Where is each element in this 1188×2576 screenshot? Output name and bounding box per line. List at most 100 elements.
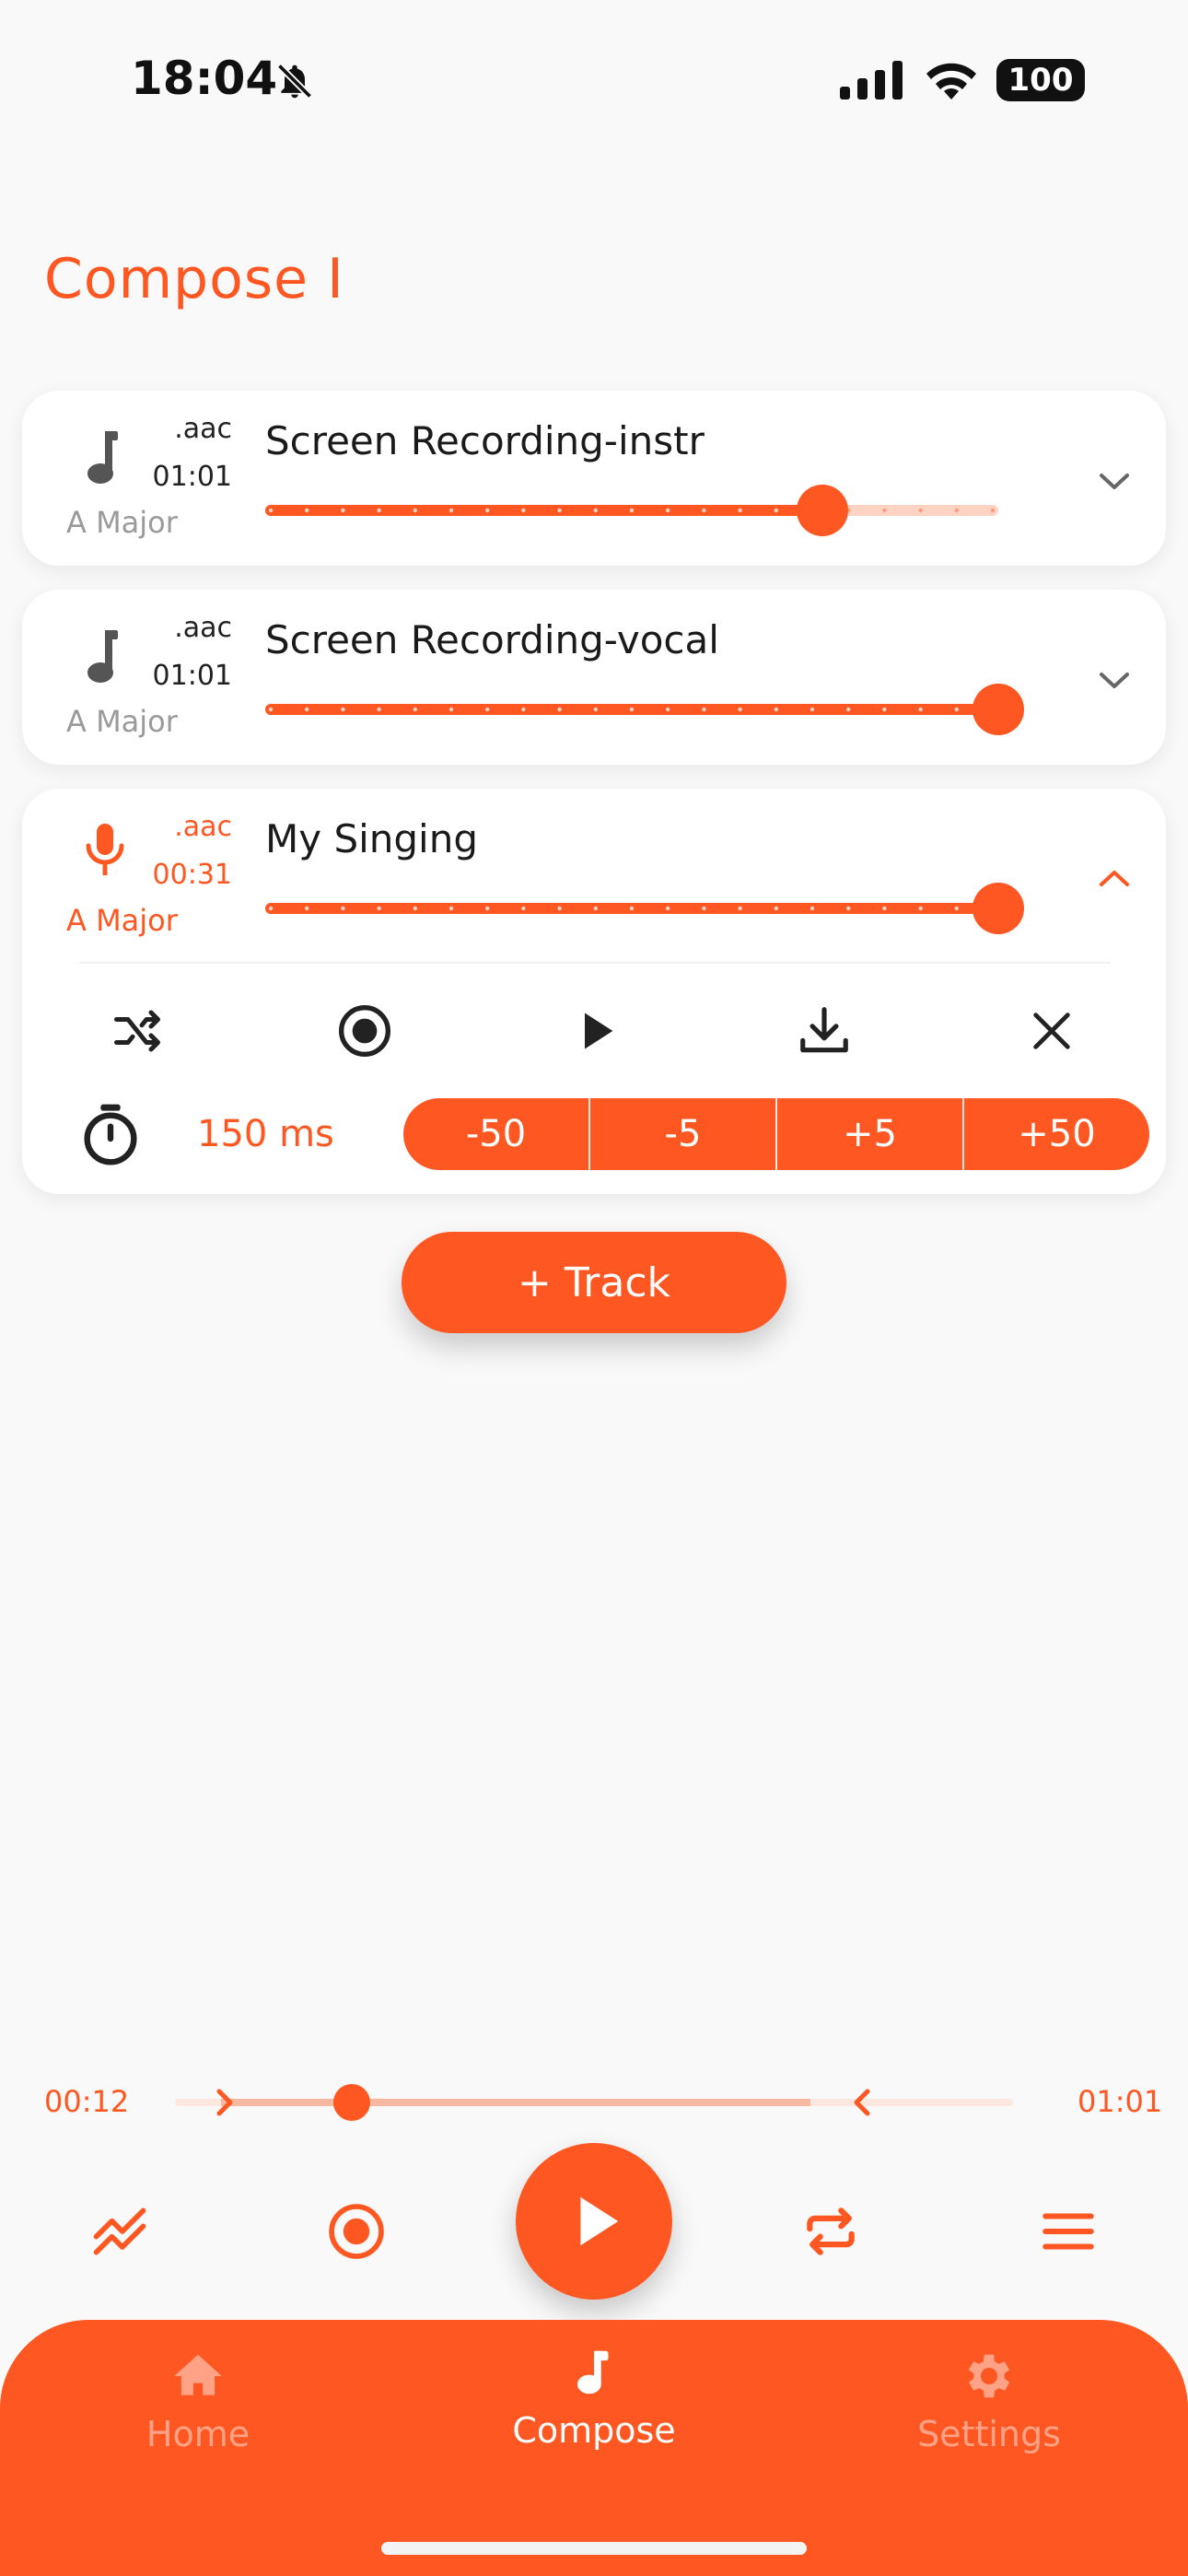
nav-compose[interactable]: Compose [456,2344,732,2451]
slider-tick [413,707,417,712]
slider-tick [268,508,274,513]
track-format: .aac [174,413,232,445]
slider-tick [521,508,526,513]
track-key: A Major [66,704,178,739]
trend-icon [93,2207,146,2255]
current-time: 00:12 [44,2084,130,2119]
nav-home[interactable]: Home [60,2348,336,2454]
repeat-button[interactable] [794,2195,868,2268]
music-note-icon [87,630,118,683]
volume-slider[interactable] [262,881,1031,936]
home-icon [174,2354,222,2395]
slider-tick [918,906,923,911]
track-format: .aac [174,811,232,843]
nav-settings[interactable]: Settings [851,2348,1127,2454]
slider-knob [973,883,1024,934]
status-time: 18:04 [131,52,278,105]
record-all-button[interactable] [320,2195,393,2268]
slider-tick [954,508,959,513]
slider-tick [593,508,598,513]
slider-tick [990,508,996,513]
waveform-button[interactable] [83,2195,157,2268]
slider-tick [882,508,887,513]
slider-tick [448,707,454,712]
page-title: Compose I [44,247,344,311]
menu-icon [1042,2213,1094,2250]
music-note-icon [577,2350,609,2395]
slider-tick [809,707,815,712]
chevron-up-icon[interactable] [1090,855,1138,903]
chevron-down-icon[interactable] [1090,457,1138,505]
add-track-button[interactable]: + Track [402,1232,786,1333]
slider-tick [521,707,526,712]
slider-tick [593,707,598,712]
bell-off-icon [276,63,313,100]
record-icon [329,2204,384,2259]
slider-tick [377,707,381,712]
slider-tick [341,508,345,513]
battery-indicator: 100 [996,59,1085,101]
download-icon [800,1007,848,1053]
offset-plus-5-button[interactable]: +5 [777,1098,964,1170]
track-card[interactable]: .aac 01:01 A Major Screen Recording-voca… [22,590,1166,765]
slider-tick [738,906,742,911]
slider-tick [918,707,923,712]
record-button[interactable] [332,999,397,1063]
track-card[interactable]: .aac 01:01 A Major Screen Recording-inst… [22,391,1166,566]
play-all-button[interactable] [516,2143,672,2300]
play-track-button[interactable] [565,999,629,1063]
slider-tick [413,508,417,513]
track-key: A Major [66,903,178,938]
offset-adjust-group: -50 -5 +5 +50 [403,1098,1149,1170]
slider-tick [666,906,670,911]
slider-tick [557,906,562,911]
play-icon [585,1013,613,1049]
divider [79,962,1111,964]
offset-minus-50-button[interactable]: -50 [403,1098,590,1170]
cellular-signal-icon [840,61,903,100]
slider-tick [448,508,454,513]
track-duration: 00:31 [152,859,232,891]
slider-tick [846,906,851,911]
close-icon [1033,1013,1070,1049]
slider-tick [882,906,887,911]
slider-tick [918,508,923,513]
record-icon [339,1005,390,1057]
slider-tick [485,707,490,712]
shuffle-icon [114,1010,160,1052]
slider-tick [305,906,309,911]
slider-tick [738,707,742,712]
track-card-expanded[interactable]: .aac 00:31 A Major My Singing 150 ms -50… [22,789,1166,1194]
slider-tick [666,508,670,513]
slider-tick [521,906,526,911]
slider-tick [557,707,562,712]
volume-slider[interactable] [262,682,1031,737]
offset-value: 150 ms [197,1113,334,1155]
total-time: 01:01 [1077,2084,1163,2119]
slider-tick [268,707,274,712]
slider-tick [305,508,309,513]
repeat-icon [807,2207,855,2255]
slider-tick [629,906,635,911]
slider-tick [774,508,778,513]
playhead [332,2084,370,2121]
slider-tick [702,508,706,513]
offset-plus-50-button[interactable]: +50 [964,1098,1149,1170]
playback-progress-slider[interactable] [175,2073,1013,2132]
shuffle-button[interactable] [105,999,169,1063]
chevron-down-icon[interactable] [1090,656,1138,704]
slider-tick [413,906,417,911]
menu-button[interactable] [1031,2195,1105,2268]
delete-track-button[interactable] [1019,999,1084,1063]
microphone-icon [86,824,124,875]
slider-tick [846,707,851,712]
volume-slider[interactable] [262,483,1031,538]
offset-minus-5-button[interactable]: -5 [590,1098,777,1170]
slider-tick [882,707,887,712]
slider-tick [377,906,381,911]
slider-tick [809,906,815,911]
gear-icon [968,2354,1010,2398]
track-name: My Singing [265,816,478,861]
track-format: .aac [174,612,232,644]
download-button[interactable] [792,999,856,1063]
